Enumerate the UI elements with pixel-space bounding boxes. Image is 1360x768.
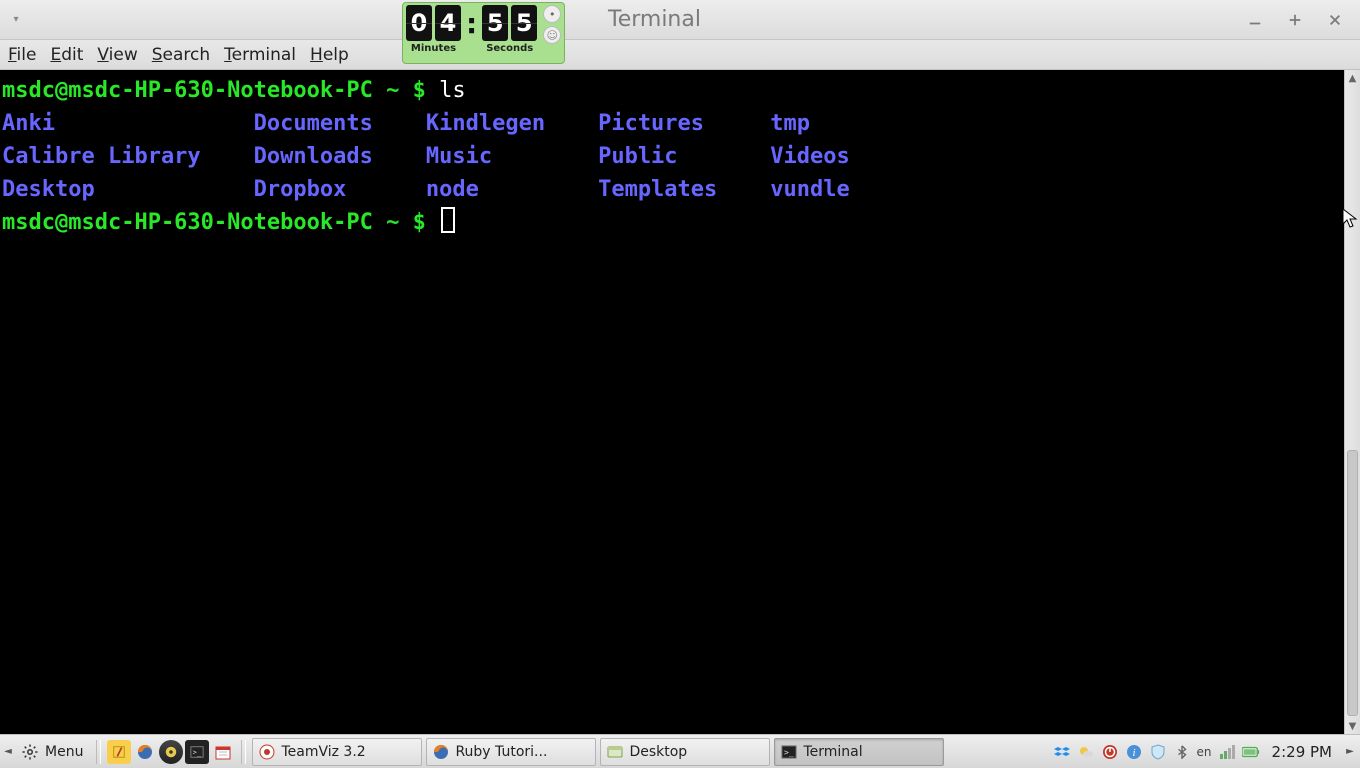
network-tray-icon[interactable]: [1218, 743, 1236, 761]
firefox-icon: [433, 744, 449, 760]
task-label: Terminal: [803, 744, 862, 760]
terminal-icon: >_: [781, 744, 797, 760]
task-list: TeamViz 3.2 Ruby Tutori... Desktop >_ Te…: [252, 738, 944, 766]
scroll-thumb[interactable]: [1347, 450, 1358, 716]
timer-status-dot-2[interactable]: ☺: [543, 26, 561, 44]
ql-firefox-icon[interactable]: [133, 740, 157, 764]
task-label: TeamViz 3.2: [281, 744, 365, 760]
pomodoro-timer-widget[interactable]: 0 4 Minutes : 5 5 Seconds • ☺: [402, 2, 565, 64]
close-button[interactable]: [1326, 11, 1344, 29]
scroll-down-icon[interactable]: ▼: [1345, 718, 1360, 734]
updates-tray-icon[interactable]: i: [1125, 743, 1143, 761]
teamviz-icon: [259, 744, 275, 760]
quicklaunch: >_: [107, 740, 235, 764]
terminal-viewport[interactable]: msdc@msdc-HP-630-Notebook-PC ~ $ ls Anki…: [0, 70, 1344, 734]
shutdown-tray-icon[interactable]: [1101, 743, 1119, 761]
weather-tray-icon[interactable]: [1077, 743, 1095, 761]
timer-seconds-tens: 5: [482, 5, 508, 41]
separator: [96, 740, 101, 764]
gear-icon: [21, 743, 39, 761]
taskbar-left-arrow[interactable]: ◄: [2, 746, 14, 757]
battery-tray-icon[interactable]: [1242, 743, 1260, 761]
app-menu-button[interactable]: ▾: [0, 0, 32, 39]
timer-minutes-label: Minutes: [411, 43, 456, 54]
taskbar: ◄ Menu >_ TeamViz 3.2: [0, 734, 1360, 768]
timer-status-dot-1[interactable]: •: [543, 5, 561, 23]
shield-tray-icon[interactable]: [1149, 743, 1167, 761]
menu-search[interactable]: Search: [152, 45, 210, 65]
menu-view[interactable]: View: [97, 45, 137, 65]
file-manager-icon: [607, 744, 623, 760]
window-titlebar: ▾ 0 4 Minutes : 5 5 Seconds • ☺ Terminal: [0, 0, 1360, 40]
ql-notes-icon[interactable]: [107, 740, 131, 764]
menu-edit[interactable]: Edit: [50, 45, 83, 65]
mouse-cursor-icon: [1342, 208, 1358, 230]
taskbar-right-arrow[interactable]: ►: [1344, 746, 1356, 757]
scroll-up-icon[interactable]: ▲: [1345, 70, 1360, 86]
task-teamviz[interactable]: TeamViz 3.2: [252, 738, 422, 766]
ql-terminal-icon[interactable]: >_: [185, 740, 209, 764]
clock[interactable]: 2:29 PM: [1266, 743, 1338, 761]
dropbox-tray-icon[interactable]: [1053, 743, 1071, 761]
ql-media-icon[interactable]: [159, 740, 183, 764]
start-menu-label: Menu: [45, 744, 83, 760]
start-menu-button[interactable]: Menu: [14, 739, 94, 765]
timer-seconds-ones: 5: [511, 5, 537, 41]
task-firefox[interactable]: Ruby Tutori...: [426, 738, 596, 766]
system-tray: i en 2:29 PM ►: [1053, 743, 1358, 761]
svg-text:i: i: [1132, 747, 1135, 759]
menu-file[interactable]: File: [8, 45, 36, 65]
timer-minutes-tens: 0: [406, 5, 432, 41]
minimize-button[interactable]: [1246, 11, 1264, 29]
timer-minutes-ones: 4: [435, 5, 461, 41]
window-title: Terminal: [608, 7, 701, 32]
task-label: Ruby Tutori...: [455, 744, 547, 760]
menu-help[interactable]: Help: [310, 45, 349, 65]
bluetooth-tray-icon[interactable]: [1173, 743, 1191, 761]
ql-calendar-icon[interactable]: [211, 740, 235, 764]
menubar: File Edit View Search Terminal Help: [0, 40, 1360, 70]
keyboard-layout-indicator[interactable]: en: [1197, 743, 1212, 761]
separator: [241, 740, 246, 764]
menu-terminal[interactable]: Terminal: [224, 45, 296, 65]
svg-text:>_: >_: [784, 748, 794, 757]
scrollbar-vertical[interactable]: ▲ ▼: [1344, 70, 1360, 734]
task-terminal[interactable]: >_ Terminal: [774, 738, 944, 766]
timer-colon: :: [461, 5, 482, 40]
timer-seconds-label: Seconds: [486, 43, 533, 54]
task-desktop[interactable]: Desktop: [600, 738, 770, 766]
keyboard-layout-label: en: [1197, 745, 1212, 759]
svg-text:>_: >_: [193, 748, 202, 756]
maximize-button[interactable]: [1286, 11, 1304, 29]
task-label: Desktop: [629, 744, 687, 760]
